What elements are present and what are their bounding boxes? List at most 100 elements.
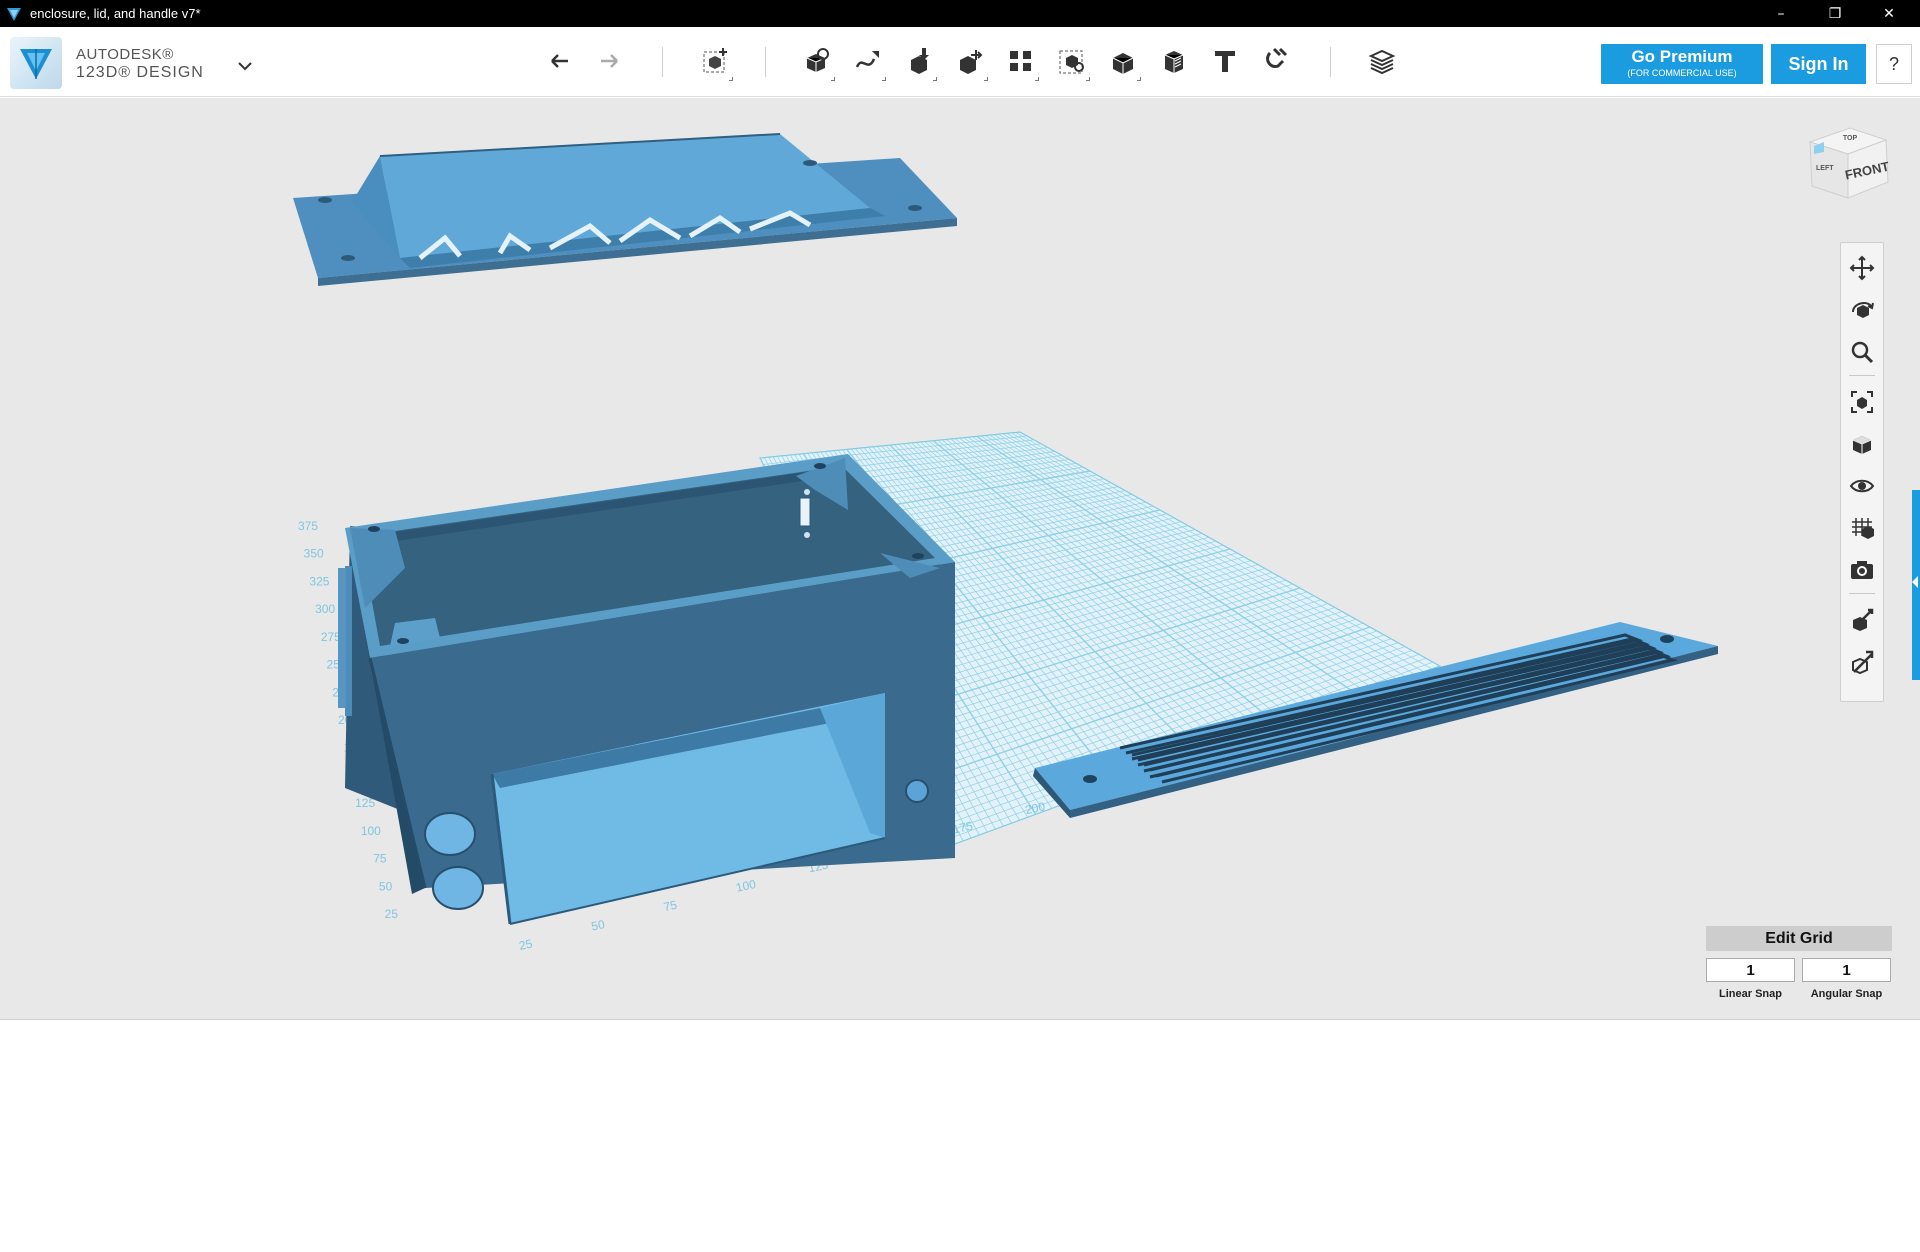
zoom-button[interactable] — [1845, 335, 1879, 369]
group-icon — [1059, 50, 1084, 74]
linear-snap-input[interactable] — [1706, 958, 1795, 982]
grid-material-icon — [1852, 518, 1874, 539]
app-window: enclosure, lid, and handle v7* – ❐ ✕ AUT… — [0, 0, 1920, 1252]
more-indicator — [1086, 77, 1090, 81]
more-indicator — [1035, 77, 1039, 81]
close-button[interactable]: ✕ — [1866, 0, 1912, 27]
main-toolbar: AUTODESK® 123D® DESIGN Go Premium (FOR C… — [0, 27, 1920, 97]
snap-icon — [1266, 47, 1288, 69]
nav-separator — [1849, 375, 1875, 376]
redo-icon — [601, 54, 618, 68]
restore-button[interactable]: ❐ — [1812, 0, 1858, 27]
chevron-left-icon — [1912, 576, 1918, 588]
toolbar-separator — [765, 47, 766, 77]
pattern-button[interactable] — [1001, 41, 1041, 81]
combine-button[interactable] — [1103, 41, 1143, 81]
axis-tick-label: 75 — [662, 898, 678, 915]
3d-viewport[interactable]: 3753503253002752502252001751501251007550… — [0, 98, 1920, 1020]
pan-icon — [1849, 255, 1875, 281]
primitives-icon — [806, 48, 829, 72]
linear-snap-label: Linear Snap — [1719, 988, 1782, 1000]
toolbar-separator — [662, 47, 663, 77]
group-button[interactable] — [1052, 41, 1092, 81]
modify-button[interactable] — [950, 41, 990, 81]
premium-label: Go Premium — [1631, 47, 1733, 66]
visibility-button[interactable] — [1845, 469, 1879, 503]
more-indicator — [933, 77, 937, 81]
combine-icon — [1112, 53, 1134, 74]
snap-button[interactable] — [1256, 41, 1296, 81]
transform-button[interactable] — [695, 41, 735, 81]
viewcube-left-label: LEFT — [1816, 165, 1834, 172]
modify-icon — [960, 50, 983, 74]
window-title: enclosure, lid, and handle v7* — [30, 6, 201, 21]
construct-icon — [911, 48, 929, 74]
viewcube-top-label: TOP — [1843, 135, 1858, 142]
lid-model[interactable] — [293, 133, 957, 286]
edit-object-button[interactable] — [1845, 603, 1879, 637]
views-button[interactable] — [1845, 427, 1879, 461]
text-icon — [1215, 51, 1235, 72]
primitives-button[interactable] — [797, 41, 837, 81]
go-premium-button[interactable]: Go Premium (FOR COMMERCIAL USE) — [1601, 44, 1763, 84]
axis-tick-label: 350 — [304, 547, 324, 561]
pattern-icon — [1010, 51, 1031, 71]
sign-in-button[interactable]: Sign In — [1771, 44, 1866, 84]
angular-snap-label: Angular Snap — [1810, 988, 1883, 1000]
transform-icon — [703, 48, 727, 73]
scene-canvas[interactable]: 3753503253002752502252001751501251007550… — [0, 98, 1920, 1020]
premium-sub-label: (FOR COMMERCIAL USE) — [1627, 68, 1737, 78]
visibility-icon — [1849, 479, 1875, 493]
sketch-button[interactable] — [848, 41, 888, 81]
more-indicator — [882, 77, 886, 81]
chevron-down-icon[interactable] — [234, 55, 256, 77]
edit-grid-button[interactable]: Edit Grid — [1706, 926, 1892, 951]
navigation-bar — [1840, 242, 1884, 702]
axis-tick-label: 200 — [1024, 799, 1047, 817]
axis-tick-label: 25 — [518, 936, 534, 953]
angular-snap-input[interactable] — [1802, 958, 1891, 982]
minimize-button[interactable]: – — [1758, 0, 1804, 27]
redo-button[interactable] — [590, 41, 630, 81]
help-button[interactable]: ? — [1876, 44, 1912, 84]
measure-button[interactable] — [1154, 41, 1194, 81]
nav-separator — [1849, 593, 1875, 594]
toolbar-separator — [1330, 47, 1331, 77]
more-indicator — [729, 77, 733, 81]
app-menu-logo[interactable] — [10, 37, 62, 89]
app-logo-icon — [7, 7, 21, 21]
sketch-icon — [855, 51, 879, 68]
material-edit-button[interactable] — [1845, 645, 1879, 679]
product-name: 123D® DESIGN — [76, 64, 204, 81]
orbit-icon — [1852, 302, 1874, 318]
material-icon — [1368, 49, 1396, 75]
axis-tick-label: 100 — [361, 824, 381, 838]
axis-tick-label: 75 — [373, 852, 387, 866]
more-indicator — [831, 77, 835, 81]
grid-material-button[interactable] — [1845, 511, 1879, 545]
orbit-button[interactable] — [1845, 293, 1879, 327]
fit-icon — [1851, 391, 1873, 413]
view-cube[interactable]: TOP LEFT FRONT — [1802, 120, 1894, 212]
pan-button[interactable] — [1845, 251, 1879, 285]
axis-tick-label: 50 — [590, 917, 606, 934]
axis-tick-label: 300 — [315, 602, 335, 616]
material-button[interactable] — [1362, 41, 1402, 81]
title-bar: enclosure, lid, and handle v7* – ❐ ✕ — [0, 0, 1920, 27]
axis-tick-label: 25 — [385, 907, 399, 921]
text-button[interactable] — [1205, 41, 1245, 81]
more-indicator — [1137, 77, 1141, 81]
views-icon — [1852, 436, 1872, 454]
measure-icon — [1164, 51, 1184, 73]
construct-button[interactable] — [899, 41, 939, 81]
fit-button[interactable] — [1845, 385, 1879, 419]
brand-name: AUTODESK® — [76, 46, 174, 63]
undo-button[interactable] — [539, 41, 579, 81]
material-edit-icon — [1852, 650, 1874, 675]
axis-tick-label: 325 — [309, 574, 329, 588]
enclosure-model[interactable] — [338, 454, 955, 925]
axis-tick-label: 375 — [298, 519, 318, 533]
screenshot-button[interactable] — [1845, 553, 1879, 587]
axis-tick-label: 50 — [379, 879, 393, 893]
edit-object-icon — [1853, 608, 1874, 631]
